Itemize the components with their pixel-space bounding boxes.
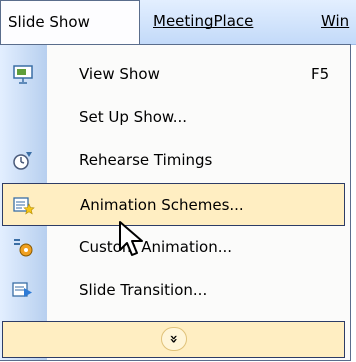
menu-meetingplace[interactable]: MeetingPlace <box>146 0 253 44</box>
slide-transition-label: Slide Transition... <box>79 281 208 299</box>
double-chevron-down-icon: » <box>161 327 187 351</box>
slide-transition-icon <box>12 282 32 297</box>
menu-item-custom-animation[interactable]: Custom Animation... <box>0 226 350 269</box>
menu-item-animation-schemes[interactable]: Animation Schemes... <box>2 183 345 226</box>
mouse-cursor-icon <box>119 221 143 256</box>
menu-window[interactable]: Win <box>314 0 349 44</box>
view-show-icon <box>13 65 33 84</box>
menu-item-view-show[interactable]: View Show F5 <box>0 53 350 96</box>
slide-show-dropdown: View Show F5 Set Up Show... Rehearse Tim… <box>0 44 351 361</box>
menu-slide-show[interactable]: Slide Show <box>0 0 140 45</box>
set-up-show-label: Set Up Show... <box>79 108 188 126</box>
menu-bar: Slide Show MeetingPlace Win <box>0 0 356 45</box>
view-show-shortcut: F5 <box>311 65 330 83</box>
rehearse-timings-icon <box>13 152 32 170</box>
menu-item-slide-transition[interactable]: Slide Transition... <box>0 269 350 312</box>
animation-schemes-icon <box>13 197 35 215</box>
menu-item-rehearse-timings[interactable]: Rehearse Timings <box>0 139 350 182</box>
view-show-label: View Show <box>79 65 160 83</box>
custom-animation-icon <box>14 239 33 257</box>
expand-menu-button[interactable]: » <box>2 321 345 358</box>
expand-glyph: » <box>165 334 182 344</box>
menu-item-set-up-show[interactable]: Set Up Show... <box>0 96 350 139</box>
menu-meetingplace-label: MeetingPlace <box>153 12 254 30</box>
custom-animation-label: Custom Animation... <box>79 238 233 256</box>
rehearse-timings-label: Rehearse Timings <box>79 151 213 169</box>
menu-slide-show-label: Slide Show <box>8 13 90 31</box>
animation-schemes-label: Animation Schemes... <box>80 196 244 214</box>
menu-window-label: Win <box>321 12 350 30</box>
